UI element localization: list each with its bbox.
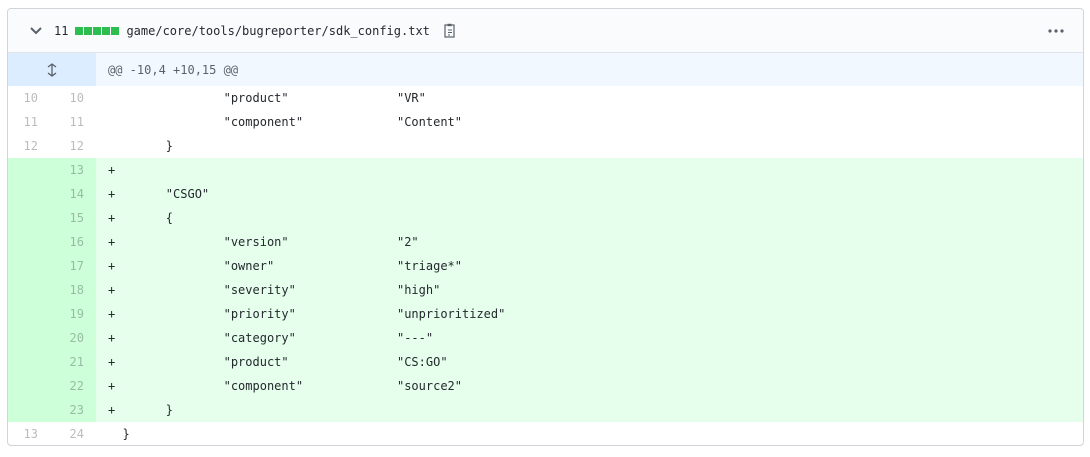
file-header: 11 game/core/tools/bugreporter/sdk_confi… (8, 9, 1083, 53)
old-line-number[interactable]: 13 (8, 422, 52, 445)
old-line-number[interactable] (8, 398, 52, 422)
new-line-number[interactable]: 13 (52, 158, 96, 182)
old-line-number[interactable] (8, 278, 52, 302)
added-line: 15 + { (8, 206, 1083, 230)
old-line-number[interactable] (8, 302, 52, 326)
more-options-icon[interactable] (1047, 23, 1065, 39)
code-line: + (96, 158, 1083, 182)
diffstat-block-added (111, 26, 120, 35)
old-line-number[interactable] (8, 326, 52, 350)
new-line-number[interactable]: 21 (52, 350, 96, 374)
code-line: "product" "VR" (108, 91, 426, 105)
added-line: 14 + "CSGO" (8, 182, 1083, 206)
new-line-number[interactable]: 17 (52, 254, 96, 278)
context-line: 11 11 "component" "Content" (8, 110, 1083, 134)
expand-lines-icon[interactable] (8, 53, 96, 86)
code-line: + "component" "source2" (96, 374, 1083, 398)
changed-lines-count: 11 (54, 23, 69, 38)
hunk-header-row: @@ -10,4 +10,15 @@ (8, 53, 1083, 86)
old-line-number[interactable]: 10 (8, 86, 52, 110)
old-line-number[interactable]: 11 (8, 110, 52, 134)
diff-file: 11 game/core/tools/bugreporter/sdk_confi… (7, 8, 1084, 446)
context-line: 13 24 } (8, 422, 1083, 445)
new-line-number[interactable]: 11 (52, 110, 96, 134)
code-line: "component" "Content" (108, 115, 463, 129)
new-line-number[interactable]: 12 (52, 134, 96, 158)
code-line: + "product" "CS:GO" (96, 350, 1083, 374)
code-line: } (108, 427, 130, 441)
context-line: 10 10 "product" "VR" (8, 86, 1083, 110)
new-line-number[interactable]: 19 (52, 302, 96, 326)
added-line: 17 + "owner" "triage*" (8, 254, 1083, 278)
old-line-number[interactable] (8, 254, 52, 278)
old-line-number[interactable] (8, 350, 52, 374)
hunk-header: @@ -10,4 +10,15 @@ (108, 62, 239, 77)
code-line: } (108, 139, 174, 153)
added-line: 13 + (8, 158, 1083, 182)
new-line-number[interactable]: 24 (52, 422, 96, 445)
added-line: 16 + "version" "2" (8, 230, 1083, 254)
old-line-number[interactable] (8, 158, 52, 182)
new-line-number[interactable]: 22 (52, 374, 96, 398)
code-line: + "version" "2" (96, 230, 1083, 254)
diffstat-bar (75, 26, 120, 35)
code-line: + "CSGO" (96, 182, 1083, 206)
code-line: + "severity" "high" (96, 278, 1083, 302)
diffstat-block-added (93, 26, 102, 35)
diffstat-block-added (75, 26, 84, 35)
new-line-number[interactable]: 10 (52, 86, 96, 110)
added-line: 22 + "component" "source2" (8, 374, 1083, 398)
old-line-number[interactable] (8, 182, 52, 206)
added-line: 19 + "priority" "unprioritized" (8, 302, 1083, 326)
old-line-number[interactable] (8, 206, 52, 230)
context-line: 12 12 } (8, 134, 1083, 158)
diffstat-block-added (102, 26, 111, 35)
old-line-number[interactable] (8, 374, 52, 398)
file-path[interactable]: game/core/tools/bugreporter/sdk_config.t… (126, 24, 429, 38)
old-line-number[interactable] (8, 230, 52, 254)
new-line-number[interactable]: 20 (52, 326, 96, 350)
diffstat-block-added (84, 26, 93, 35)
new-line-number[interactable]: 16 (52, 230, 96, 254)
copy-path-icon[interactable] (442, 22, 458, 40)
old-line-number[interactable]: 12 (8, 134, 52, 158)
added-line: 21 + "product" "CS:GO" (8, 350, 1083, 374)
new-line-number[interactable]: 15 (52, 206, 96, 230)
added-line: 23 + } (8, 398, 1083, 422)
code-line: + { (96, 206, 1083, 230)
code-line: + "category" "---" (96, 326, 1083, 350)
code-line: + } (96, 398, 1083, 422)
new-line-number[interactable]: 18 (52, 278, 96, 302)
diff-lines: 10 10 "product" "VR" 11 11 "component" "Con… (8, 86, 1083, 445)
new-line-number[interactable]: 14 (52, 182, 96, 206)
added-line: 20 + "category" "---" (8, 326, 1083, 350)
code-line: + "priority" "unprioritized" (96, 302, 1083, 326)
added-line: 18 + "severity" "high" (8, 278, 1083, 302)
collapse-chevron-icon[interactable] (28, 23, 44, 39)
code-line: + "owner" "triage*" (96, 254, 1083, 278)
new-line-number[interactable]: 23 (52, 398, 96, 422)
